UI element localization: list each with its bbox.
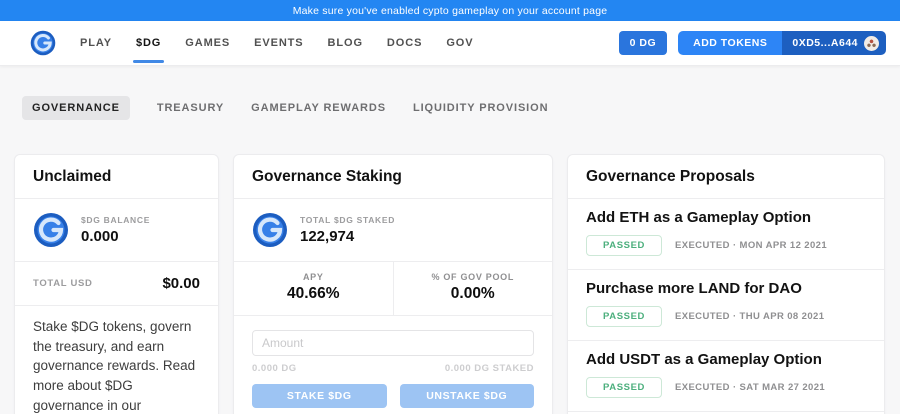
proposals-card-title: Governance Proposals: [568, 155, 884, 198]
dg-balance-meta: $DG BALANCE 0.000: [81, 215, 150, 245]
total-staked-meta: TOTAL $DG STAKED 122,974: [300, 215, 395, 245]
gov-pool-stat: % OF GOV POOL 0.00%: [393, 262, 553, 315]
divider: [234, 315, 552, 316]
governance-description: Stake $DG tokens, govern the treasury, a…: [15, 306, 218, 414]
tab-liquidity-provision[interactable]: LIQUIDITY PROVISION: [413, 102, 548, 114]
proposal-date: EXECUTED · SAT MAR 27 2021: [675, 382, 825, 393]
nav-item-events[interactable]: EVENTS: [254, 37, 303, 49]
staking-stats-row: APY 40.66% % OF GOV POOL 0.00%: [234, 262, 552, 315]
cards-container: Unclaimed $DG BALANCE 0.000 TOTAL USD: [0, 119, 900, 414]
tab-gameplay-rewards[interactable]: GAMEPLAY REWARDS: [251, 102, 386, 114]
proposal-date: EXECUTED · MON APR 12 2021: [675, 240, 827, 251]
tab-treasury[interactable]: TREASURY: [157, 102, 224, 114]
status-badge: PASSED: [586, 377, 662, 398]
proposal-meta: PASSED EXECUTED · THU APR 08 2021: [586, 306, 866, 327]
status-badge: PASSED: [586, 306, 662, 327]
amount-input[interactable]: [252, 330, 534, 356]
dg-balance-row: $DG BALANCE 0.000: [15, 199, 218, 261]
total-staked-value: 122,974: [300, 228, 395, 245]
nav-item-gov[interactable]: GOV: [446, 37, 473, 49]
gov-pool-value: 0.00%: [394, 285, 553, 303]
proposal-meta: PASSED EXECUTED · SAT MAR 27 2021: [586, 377, 866, 398]
subnav-tabs: GOVERNANCE TREASURY GAMEPLAY REWARDS LIQ…: [0, 66, 900, 119]
staked-dg-hint: 0.000 DG STAKED: [445, 363, 534, 374]
total-staked-label: TOTAL $DG STAKED: [300, 215, 395, 225]
wallet-address-text: 0XD5...A644: [792, 37, 858, 49]
apy-value: 40.66%: [234, 285, 393, 303]
nav-item-games[interactable]: GAMES: [185, 37, 230, 49]
governance-proposals-card: Governance Proposals Add ETH as a Gamepl…: [567, 154, 885, 414]
description-text: Stake $DG tokens, govern the treasury, a…: [33, 319, 195, 413]
tab-governance[interactable]: GOVERNANCE: [22, 96, 130, 120]
nav-item-play[interactable]: PLAY: [80, 37, 112, 49]
divider: [568, 411, 884, 412]
banner-text: Make sure you've enabled cypto gameplay …: [293, 5, 608, 17]
total-usd-row: TOTAL USD $0.00: [15, 262, 218, 305]
apy-stat: APY 40.66%: [234, 262, 393, 315]
proposal-title: Add ETH as a Gameplay Option: [586, 209, 866, 226]
dg-balance-value: 0.000: [81, 228, 150, 245]
app-logo-icon[interactable]: [30, 30, 56, 56]
nav-item-blog[interactable]: BLOG: [328, 37, 363, 49]
available-dg-hint: 0.000 DG: [252, 363, 297, 374]
governance-staking-card: Governance Staking TOTAL $DG STAKED 122,…: [233, 154, 553, 414]
dg-balance-label: $DG BALANCE: [81, 215, 150, 225]
staking-hints-row: 0.000 DG 0.000 DG STAKED: [252, 363, 534, 374]
wallet-pill: ADD TOKENS 0XD5...A644: [678, 31, 886, 55]
status-badge: PASSED: [586, 235, 662, 256]
nav-item-dg[interactable]: $DG: [136, 37, 161, 49]
proposal-title: Add USDT as a Gameplay Option: [586, 351, 866, 368]
top-notice-banner: Make sure you've enabled cypto gameplay …: [0, 0, 900, 21]
stake-dg-button[interactable]: STAKE $DG: [252, 384, 387, 408]
wallet-avatar-icon: [864, 36, 879, 51]
proposal-meta: PASSED EXECUTED · MON APR 12 2021: [586, 235, 866, 256]
total-usd-value: $0.00: [162, 275, 200, 292]
nav-item-docs[interactable]: DOCS: [387, 37, 422, 49]
gov-pool-label: % OF GOV POOL: [394, 272, 553, 282]
staking-card-title: Governance Staking: [234, 155, 552, 198]
stake-buttons-row: STAKE $DG UNSTAKE $DG: [252, 384, 534, 408]
navbar: PLAY $DG GAMES EVENTS BLOG DOCS GOV 0 DG…: [0, 21, 900, 66]
unstake-dg-button[interactable]: UNSTAKE $DG: [400, 384, 535, 408]
add-tokens-button[interactable]: ADD TOKENS: [678, 31, 782, 55]
nav-items: PLAY $DG GAMES EVENTS BLOG DOCS GOV: [56, 37, 473, 49]
proposal-date: EXECUTED · THU APR 08 2021: [675, 311, 824, 322]
page: Make sure you've enabled cypto gameplay …: [0, 0, 900, 414]
unclaimed-card: Unclaimed $DG BALANCE 0.000 TOTAL USD: [14, 154, 219, 414]
total-staked-row: TOTAL $DG STAKED 122,974: [234, 199, 552, 261]
unclaimed-card-title: Unclaimed: [15, 155, 218, 198]
dg-balance-button[interactable]: 0 DG: [619, 31, 668, 55]
total-usd-label: TOTAL USD: [33, 278, 93, 289]
proposal-row[interactable]: Add USDT as a Gameplay Option PASSED EXE…: [568, 341, 884, 411]
navbar-right: 0 DG ADD TOKENS 0XD5...A644: [619, 31, 886, 55]
proposal-row[interactable]: Purchase more LAND for DAO PASSED EXECUT…: [568, 270, 884, 340]
apy-label: APY: [234, 272, 393, 282]
wallet-address-button[interactable]: 0XD5...A644: [782, 31, 886, 55]
proposal-title: Purchase more LAND for DAO: [586, 280, 866, 297]
proposal-row[interactable]: Add ETH as a Gameplay Option PASSED EXEC…: [568, 199, 884, 269]
dg-coin-icon: [33, 212, 69, 248]
dg-coin-icon: [252, 212, 288, 248]
